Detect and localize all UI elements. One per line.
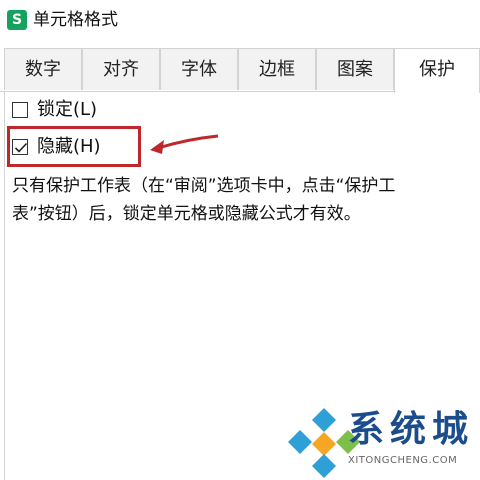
app-icon: S xyxy=(7,10,27,30)
window-title: 单元格格式 xyxy=(33,10,118,30)
panel-border xyxy=(4,91,5,480)
watermark-subtext: XITONGCHENG.COM xyxy=(348,455,458,466)
locked-checkbox[interactable] xyxy=(12,102,28,118)
watermark-text: 系统城 xyxy=(348,409,475,450)
tab-alignment[interactable]: 对齐 xyxy=(82,48,160,90)
tab-pattern[interactable]: 图案 xyxy=(316,48,394,90)
tab-number[interactable]: 数字 xyxy=(4,48,82,90)
title-bar: S 单元格格式 xyxy=(0,0,480,40)
tab-border[interactable]: 边框 xyxy=(238,48,316,90)
tab-bar: 数字 对齐 字体 边框 图案 保护 xyxy=(0,48,480,93)
tab-font[interactable]: 字体 xyxy=(160,48,238,90)
protection-description: 只有保护工作表（在“审阅”选项卡中，点击“保护工 表”按钮）后，锁定单元格或隐藏… xyxy=(12,176,396,224)
arrow-icon xyxy=(150,134,219,154)
tab-protection[interactable]: 保护 xyxy=(394,48,480,93)
locked-label: 锁定(L) xyxy=(37,99,98,120)
locked-option[interactable]: 锁定(L) xyxy=(12,98,97,122)
highlight-annotation-box xyxy=(7,126,141,167)
